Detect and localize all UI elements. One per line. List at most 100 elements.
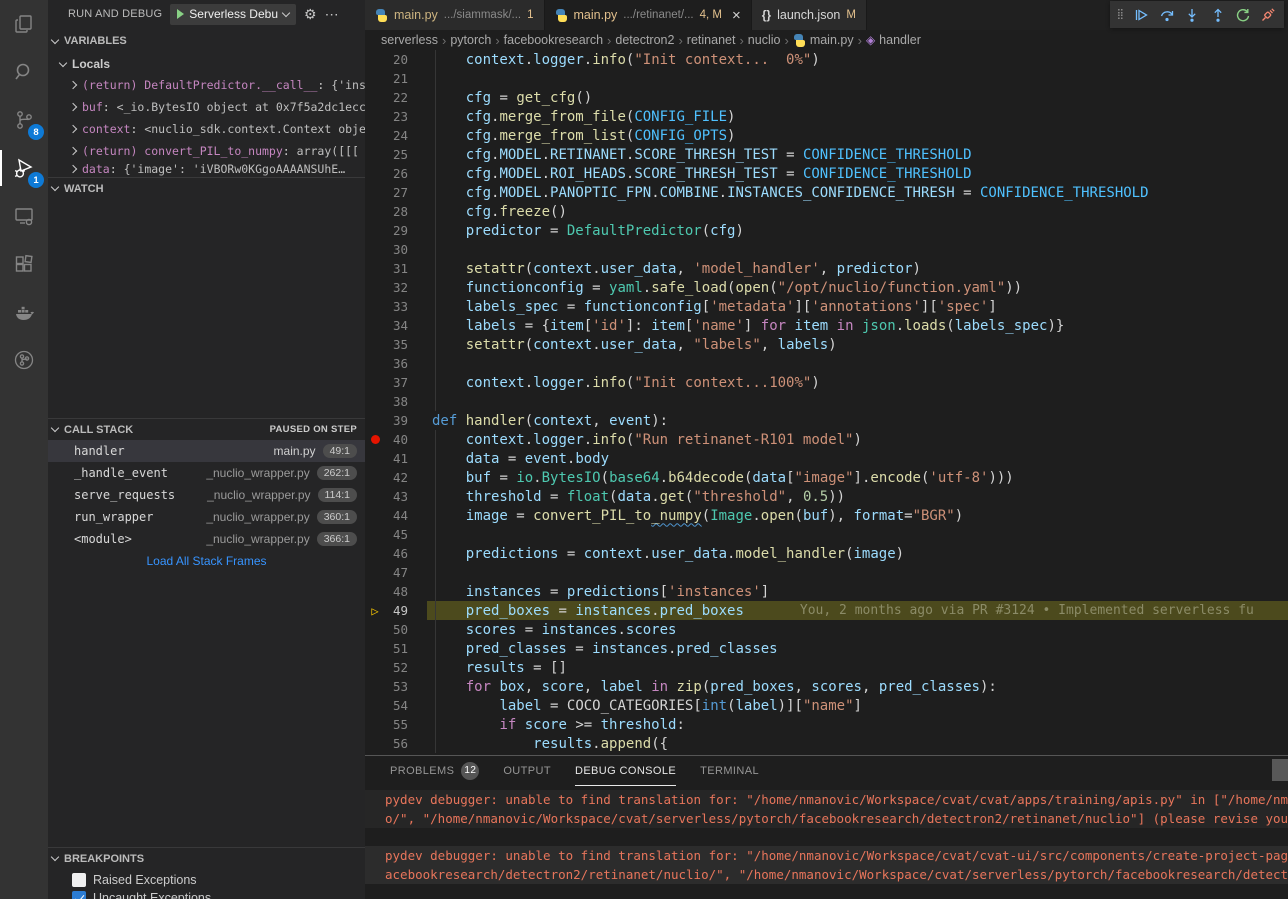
line-number[interactable]: 23	[385, 109, 408, 124]
close-icon[interactable]: ×	[732, 7, 741, 24]
callstack-frame[interactable]: <module>_nuclio_wrapper.py366:1	[48, 528, 365, 550]
line-number[interactable]: 24	[385, 128, 408, 143]
code-line[interactable]: 42 buf = io.BytesIO(base64.b64decode(dat…	[365, 468, 1288, 487]
line-number[interactable]: 54	[385, 698, 408, 713]
line-number[interactable]: 34	[385, 318, 408, 333]
line-number[interactable]: 48	[385, 584, 408, 599]
line-number[interactable]: 33	[385, 299, 408, 314]
line-number[interactable]: 42	[385, 470, 408, 485]
breakpoint-checkbox[interactable]	[72, 891, 86, 899]
breakpoints-header[interactable]: BREAKPOINTS	[48, 847, 365, 869]
breakpoint-item[interactable]: Raised Exceptions	[48, 869, 365, 891]
code-line[interactable]: ▷49 pred_boxes = instances.pred_boxesYou…	[365, 601, 1288, 620]
gear-icon[interactable]: ⚙	[304, 7, 317, 21]
tab-main-py-siammask[interactable]: main.py .../siammask/... 1	[365, 0, 545, 30]
breadcrumb-item[interactable]: serverless	[381, 33, 438, 47]
start-debug-icon[interactable]	[177, 9, 184, 19]
code-line[interactable]: 35 setattr(context.user_data, "labels", …	[365, 335, 1288, 354]
line-number[interactable]: 43	[385, 489, 408, 504]
line-number[interactable]: 20	[385, 52, 408, 67]
step-into-button[interactable]	[1180, 3, 1203, 27]
breakpoint-icon[interactable]	[371, 435, 380, 444]
breadcrumb-item[interactable]: facebookresearch	[504, 33, 603, 47]
line-number[interactable]: 21	[385, 71, 408, 86]
line-number[interactable]: 41	[385, 451, 408, 466]
line-number[interactable]: 40	[385, 432, 408, 447]
explorer-icon[interactable]	[0, 0, 48, 48]
line-number[interactable]: 53	[385, 679, 408, 694]
code-editor[interactable]: 20 context.logger.info("Init context... …	[365, 50, 1288, 755]
code-line[interactable]: 55 if score >= threshold:	[365, 715, 1288, 734]
code-line[interactable]: 50 scores = instances.scores	[365, 620, 1288, 639]
callstack-frame[interactable]: run_wrapper_nuclio_wrapper.py360:1	[48, 506, 365, 528]
line-number[interactable]: 51	[385, 641, 408, 656]
code-line[interactable]: 20 context.logger.info("Init context... …	[365, 50, 1288, 69]
code-line[interactable]: 52 results = []	[365, 658, 1288, 677]
code-line[interactable]: 33 labels_spec = functionconfig['metadat…	[365, 297, 1288, 316]
line-number[interactable]: 39	[385, 413, 408, 428]
git-graph-icon[interactable]	[0, 336, 48, 384]
line-number[interactable]: 32	[385, 280, 408, 295]
breadcrumb-item[interactable]: ◈handler	[866, 33, 921, 47]
remote-explorer-icon[interactable]	[0, 192, 48, 240]
code-line[interactable]: 40 context.logger.info("Run retinanet-R1…	[365, 430, 1288, 449]
line-number[interactable]: 50	[385, 622, 408, 637]
code-line[interactable]: 47	[365, 563, 1288, 582]
code-line[interactable]: 54 label = COCO_CATEGORIES[int(label)]["…	[365, 696, 1288, 715]
line-number[interactable]: 25	[385, 147, 408, 162]
line-number[interactable]: 55	[385, 717, 408, 732]
code-line[interactable]: 23 cfg.merge_from_file(CONFIG_FILE)	[365, 107, 1288, 126]
code-line[interactable]: 44 image = convert_PIL_to_numpy(Image.op…	[365, 506, 1288, 525]
breadcrumb-item[interactable]: nuclio	[748, 33, 781, 47]
breadcrumb-item[interactable]: detectron2	[615, 33, 674, 47]
code-line[interactable]: 51 pred_classes = instances.pred_classes	[365, 639, 1288, 658]
restart-button[interactable]	[1231, 3, 1254, 27]
tab-main-py-retinanet[interactable]: main.py .../retinanet/... 4, M ×	[545, 0, 752, 30]
code-line[interactable]: 39def handler(context, event):	[365, 411, 1288, 430]
code-line[interactable]: 36	[365, 354, 1288, 373]
launch-config-dropdown[interactable]: Serverless Debu	[170, 4, 296, 25]
docker-icon[interactable]	[0, 288, 48, 336]
code-line[interactable]: 56 results.append({	[365, 734, 1288, 753]
line-number[interactable]: 30	[385, 242, 408, 257]
code-line[interactable]: 46 predictions = context.user_data.model…	[365, 544, 1288, 563]
breakpoint-item[interactable]: Uncaught Exceptions	[48, 891, 365, 899]
breadcrumb-item[interactable]: retinanet	[687, 33, 736, 47]
source-control-icon[interactable]: 8	[0, 96, 48, 144]
line-number[interactable]: 46	[385, 546, 408, 561]
variable-row[interactable]: buf: <_io.BytesIO object at 0x7f5a2dc1ec…	[48, 96, 365, 118]
line-number[interactable]: 27	[385, 185, 408, 200]
code-line[interactable]: 53 for box, score, label in zip(pred_box…	[365, 677, 1288, 696]
callstack-frame[interactable]: serve_requests_nuclio_wrapper.py114:1	[48, 484, 365, 506]
toolbar-drag-handle[interactable]: ⣿	[1114, 11, 1128, 19]
line-number[interactable]: 45	[385, 527, 408, 542]
line-number[interactable]: 31	[385, 261, 408, 276]
more-actions-icon[interactable]: ⋯	[325, 7, 339, 21]
line-number[interactable]: 28	[385, 204, 408, 219]
code-line[interactable]: 21	[365, 69, 1288, 88]
code-line[interactable]: 27 cfg.MODEL.PANOPTIC_FPN.COMBINE.INSTAN…	[365, 183, 1288, 202]
step-over-button[interactable]	[1155, 3, 1178, 27]
tab-launch-json[interactable]: {} launch.json M	[752, 0, 867, 30]
variable-row[interactable]: (return) convert_PIL_to_numpy: array([[[…	[48, 140, 365, 162]
code-line[interactable]: 31 setattr(context.user_data, 'model_han…	[365, 259, 1288, 278]
callstack-frame[interactable]: _handle_event_nuclio_wrapper.py262:1	[48, 462, 365, 484]
disconnect-button[interactable]	[1257, 3, 1280, 27]
line-number[interactable]: 38	[385, 394, 408, 409]
code-line[interactable]: 30	[365, 240, 1288, 259]
callstack-frame[interactable]: handlermain.py49:1	[48, 440, 365, 462]
code-line[interactable]: 43 threshold = float(data.get("threshold…	[365, 487, 1288, 506]
load-all-stack-frames-link[interactable]: Load All Stack Frames	[48, 550, 365, 572]
line-number[interactable]: 52	[385, 660, 408, 675]
code-line[interactable]: 28 cfg.freeze()	[365, 202, 1288, 221]
line-number[interactable]: 47	[385, 565, 408, 580]
code-line[interactable]: 24 cfg.merge_from_list(CONFIG_OPTS)	[365, 126, 1288, 145]
line-number[interactable]: 56	[385, 736, 408, 751]
line-number[interactable]: 29	[385, 223, 408, 238]
code-line[interactable]: 22 cfg = get_cfg()	[365, 88, 1288, 107]
line-number[interactable]: 49	[385, 603, 408, 618]
glyph-margin[interactable]	[365, 435, 385, 444]
code-line[interactable]: 32 functionconfig = yaml.safe_load(open(…	[365, 278, 1288, 297]
console-entry[interactable]: pydev debugger: unable to find translati…	[365, 790, 1288, 828]
call-stack-header[interactable]: CALL STACK PAUSED ON STEP	[48, 418, 365, 440]
